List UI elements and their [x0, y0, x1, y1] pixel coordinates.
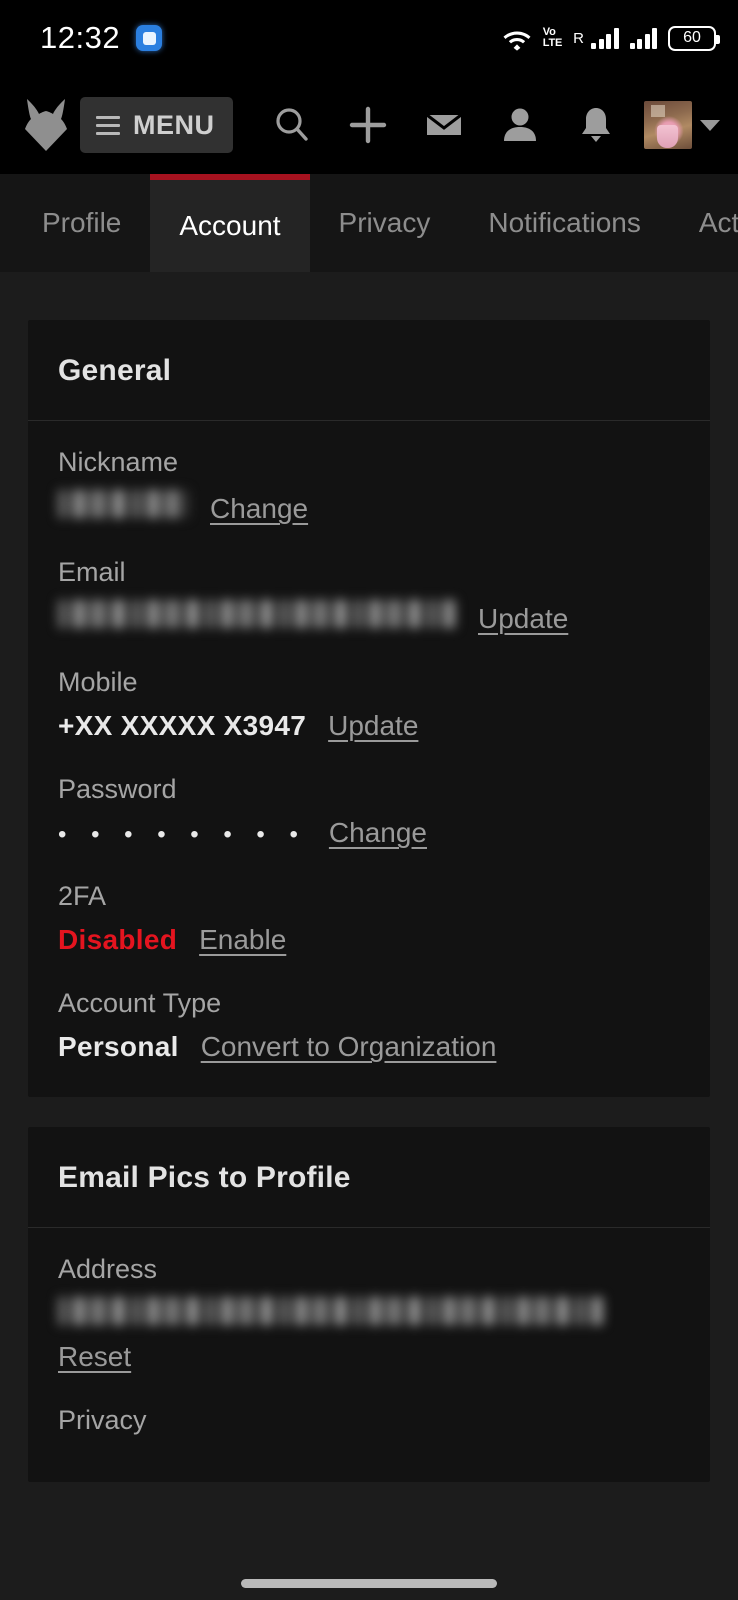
mobile-label: Mobile — [58, 667, 138, 697]
email-label: Email — [58, 557, 126, 587]
chevron-down-icon[interactable] — [700, 119, 720, 131]
header-icon-group — [233, 96, 645, 154]
hamburger-icon — [96, 115, 120, 135]
password-change-link[interactable]: Change — [329, 817, 427, 849]
email-pics-card-header: Email Pics to Profile — [28, 1127, 710, 1228]
account-type-label: Account Type — [58, 988, 222, 1018]
wifi-icon — [502, 25, 532, 51]
status-bar: 12:32 VoVoLTELTE R 60 — [0, 0, 738, 76]
general-card: General Nickname Change Email Update Mob… — [28, 320, 710, 1097]
menu-button-label: MENU — [133, 109, 215, 140]
battery-level: 60 — [683, 29, 701, 46]
privacy-label: Privacy — [58, 1405, 147, 1435]
email-pics-card-body: Address Reset Privacy — [28, 1228, 710, 1482]
nickname-row: Nickname Change — [58, 447, 680, 525]
email-row: Email Update — [58, 557, 680, 635]
account-menu[interactable] — [644, 101, 720, 149]
mobile-value: +XX XXXXX X3947 — [58, 710, 307, 741]
nickname-change-link[interactable]: Change — [210, 493, 308, 525]
tab-activity[interactable]: Activi — [670, 174, 738, 272]
twofa-enable-link[interactable]: Enable — [199, 924, 286, 956]
email-value-redacted — [58, 600, 456, 628]
password-masked-value: • • • • • • • • — [58, 821, 307, 848]
volte-indicator: VoVoLTELTE — [542, 26, 563, 49]
menu-button[interactable]: MENU — [80, 97, 233, 153]
email-pics-card-title: Email Pics to Profile — [58, 1161, 351, 1194]
settings-tab-bar: Profile Account Privacy Notifications Ac… — [0, 174, 738, 272]
signal-bars-icon-1 — [591, 27, 619, 49]
email-update-link[interactable]: Update — [478, 603, 568, 635]
convert-to-organization-link[interactable]: Convert to Organization — [201, 1031, 497, 1063]
password-row: Password • • • • • • • • Change — [58, 774, 680, 849]
plus-icon[interactable] — [339, 96, 397, 154]
twofa-row: 2FA Disabled Enable — [58, 881, 680, 956]
privacy-row: Privacy — [58, 1405, 680, 1436]
account-type-row: Account Type Personal Convert to Organiz… — [58, 988, 680, 1063]
twofa-label: 2FA — [58, 881, 107, 911]
status-bar-right: VoVoLTELTE R 60 — [502, 25, 720, 51]
phone-screen: 12:32 VoVoLTELTE R 60 — [0, 0, 738, 1600]
roaming-indicator: R — [573, 29, 584, 47]
fox-head-logo-icon[interactable] — [20, 96, 72, 154]
password-label: Password — [58, 774, 177, 804]
mail-icon[interactable] — [415, 96, 473, 154]
nickname-value-redacted — [58, 490, 188, 518]
battery-icon: 60 — [668, 25, 720, 51]
status-bar-left: 12:32 — [40, 20, 163, 56]
tab-profile[interactable]: Profile — [0, 174, 150, 272]
tab-privacy[interactable]: Privacy — [310, 174, 460, 272]
settings-content: General Nickname Change Email Update Mob… — [0, 272, 738, 1600]
email-pics-card: Email Pics to Profile Address Reset Priv… — [28, 1127, 710, 1482]
account-type-value: Personal — [58, 1031, 179, 1062]
general-card-body: Nickname Change Email Update Mobile +XX … — [28, 421, 710, 1097]
nickname-label: Nickname — [58, 447, 179, 477]
gesture-navigation-bar[interactable] — [0, 1566, 738, 1600]
address-reset-link[interactable]: Reset — [58, 1341, 131, 1373]
tab-account[interactable]: Account — [150, 174, 310, 272]
twofa-status-badge: Disabled — [58, 924, 178, 955]
app-header: MENU — [0, 76, 738, 174]
address-row: Address Reset — [58, 1254, 680, 1373]
avatar[interactable] — [644, 101, 692, 149]
search-icon[interactable] — [263, 96, 321, 154]
signal-bars-icon-2 — [629, 27, 657, 49]
address-label: Address — [58, 1254, 158, 1284]
message-notification-icon — [136, 25, 163, 51]
general-card-title: General — [58, 354, 172, 387]
tab-notifications[interactable]: Notifications — [459, 174, 670, 272]
person-icon[interactable] — [491, 96, 549, 154]
general-card-header: General — [28, 320, 710, 421]
mobile-update-link[interactable]: Update — [328, 710, 418, 742]
mobile-row: Mobile +XX XXXXX X3947 Update — [58, 667, 680, 742]
address-value-redacted — [58, 1297, 603, 1325]
status-bar-clock: 12:32 — [40, 20, 121, 55]
bell-icon[interactable] — [567, 96, 625, 154]
